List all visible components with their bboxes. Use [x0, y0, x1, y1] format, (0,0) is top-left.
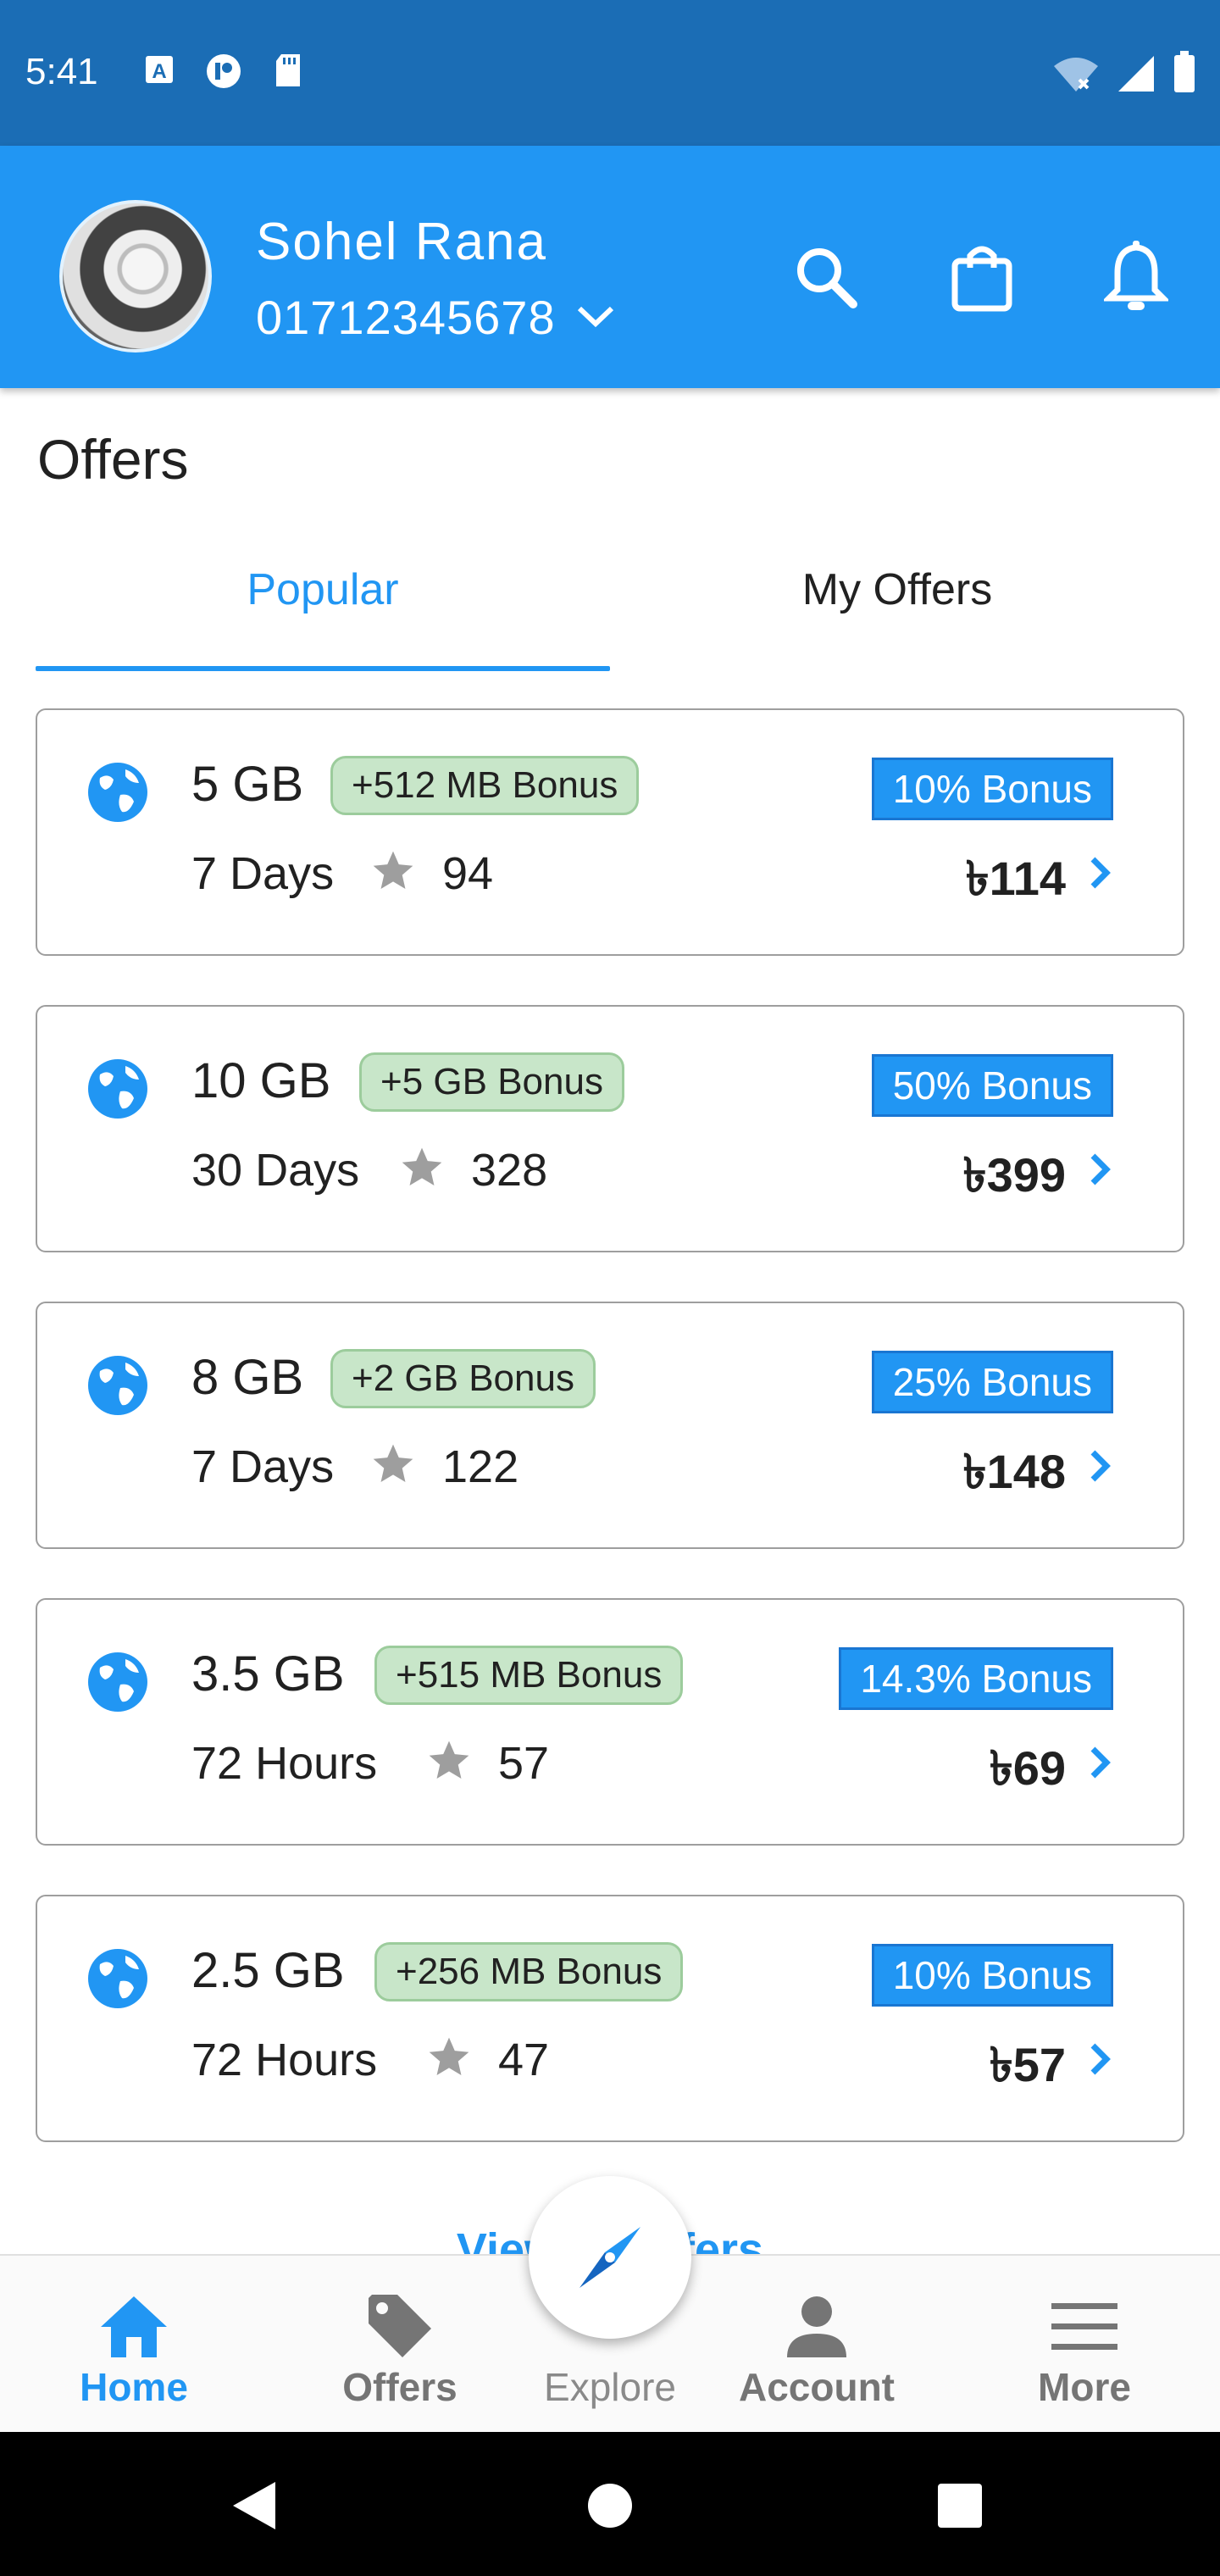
nav-item-account[interactable]: Account	[695, 2256, 939, 2434]
rating-count: 47	[498, 2035, 550, 2085]
price: ৳148	[962, 1445, 1066, 1498]
p-icon	[207, 54, 241, 88]
data-bonus-chip: +512 MB Bonus	[330, 756, 640, 815]
svg-text:A: A	[152, 60, 166, 83]
system-nav-bar	[0, 2432, 1220, 2576]
phone-number[interactable]: 01712345678	[256, 290, 556, 345]
signal-icon	[1118, 56, 1154, 92]
chevron-right-icon	[1090, 857, 1111, 889]
data-amount: 3.5 GB	[191, 1646, 345, 1702]
globe-icon	[88, 1059, 147, 1119]
price: ৳69	[989, 1741, 1066, 1795]
price: ৳57	[989, 2038, 1066, 2091]
rating-count: 122	[442, 1441, 519, 1492]
globe-icon	[88, 763, 147, 822]
nav-label: Account	[739, 2365, 895, 2409]
compass-icon	[580, 2227, 640, 2288]
validity: 72 Hours	[191, 2035, 378, 2085]
avatar[interactable]	[59, 200, 212, 353]
star-icon	[429, 1740, 469, 1779]
bell-icon	[1104, 241, 1168, 310]
validity: 7 Days	[191, 1441, 335, 1492]
status-time: 5:41	[25, 51, 98, 92]
offer-tabs: Popular My Offers	[36, 542, 1184, 671]
nav-label: More	[1038, 2365, 1131, 2409]
offer-card[interactable]: 10 GB +5 GB Bonus 30 Days 328 50% Bonus …	[36, 1005, 1184, 1252]
data-bonus-chip: +256 MB Bonus	[374, 1942, 684, 2001]
globe-icon	[88, 1652, 147, 1712]
data-amount: 10 GB	[191, 1053, 331, 1108]
star-icon	[373, 1444, 413, 1482]
tab-popular[interactable]: Popular	[36, 542, 610, 671]
system-home-button[interactable]	[572, 2468, 648, 2544]
globe-icon	[88, 1356, 147, 1415]
data-bonus-chip: +515 MB Bonus	[374, 1646, 684, 1705]
system-recents-button[interactable]	[922, 2468, 998, 2544]
explore-button[interactable]	[529, 2176, 691, 2339]
data-amount: 5 GB	[191, 757, 304, 812]
chevron-right-icon	[1090, 1746, 1111, 1779]
person-icon	[787, 2296, 846, 2357]
star-icon	[429, 2037, 469, 2075]
user-name: Sohel Rana	[256, 213, 548, 271]
percent-bonus-badge: 10% Bonus	[871, 1944, 1113, 2007]
status-bar: 5:41 A	[0, 0, 1220, 146]
sd-card-icon	[276, 54, 300, 86]
menu-icon	[1051, 2303, 1117, 2350]
tab-indicator	[36, 666, 610, 671]
section-title: Offers	[37, 428, 189, 491]
star-icon	[373, 851, 413, 889]
offer-card[interactable]: 3.5 GB +515 MB Bonus 72 Hours 57 14.3% B…	[36, 1598, 1184, 1846]
data-amount: 8 GB	[191, 1350, 304, 1405]
validity: 30 Days	[191, 1145, 360, 1196]
percent-bonus-badge: 25% Bonus	[871, 1351, 1113, 1413]
wifi-icon	[1054, 58, 1098, 92]
status-icons-left: A	[144, 53, 303, 90]
app-header: Sohel Rana 01712345678	[0, 146, 1220, 388]
nav-item-home[interactable]: Home	[12, 2256, 256, 2434]
offer-card[interactable]: 2.5 GB +256 MB Bonus 72 Hours 47 10% Bon…	[36, 1895, 1184, 2142]
percent-bonus-badge: 50% Bonus	[871, 1054, 1113, 1117]
status-icons-right	[1052, 51, 1196, 93]
a-icon: A	[146, 56, 173, 83]
offer-card[interactable]: 8 GB +2 GB Bonus 7 Days 122 25% Bonus ৳1…	[36, 1302, 1184, 1549]
shopping-bag-button[interactable]	[944, 239, 1020, 315]
nav-label: Offers	[342, 2365, 458, 2409]
system-back-button[interactable]	[215, 2468, 291, 2544]
validity: 72 Hours	[191, 1738, 378, 1789]
chevron-right-icon	[1090, 1153, 1111, 1185]
chevron-down-icon[interactable]	[576, 303, 615, 329]
rating-count: 328	[471, 1145, 548, 1196]
percent-bonus-badge: 14.3% Bonus	[839, 1647, 1113, 1710]
rating-count: 57	[498, 1738, 550, 1789]
nav-item-more[interactable]: More	[962, 2256, 1206, 2434]
price: ৳399	[962, 1148, 1066, 1202]
nav-item-offers[interactable]: Offers	[278, 2256, 522, 2434]
battery-icon	[1174, 51, 1195, 92]
data-bonus-chip: +5 GB Bonus	[359, 1052, 624, 1112]
shopping-bag-icon	[951, 246, 1012, 312]
home-circle-icon	[588, 2484, 632, 2528]
recents-icon	[938, 2484, 982, 2528]
nav-label: Home	[80, 2365, 188, 2409]
home-icon	[101, 2296, 167, 2357]
chevron-right-icon	[1090, 2043, 1111, 2075]
data-amount: 2.5 GB	[191, 1943, 345, 1998]
tab-my-offers[interactable]: My Offers	[610, 542, 1184, 671]
globe-icon	[88, 1949, 147, 2008]
search-icon	[797, 248, 857, 308]
rating-count: 94	[442, 848, 494, 899]
validity: 7 Days	[191, 848, 335, 899]
search-button[interactable]	[788, 239, 864, 315]
data-bonus-chip: +2 GB Bonus	[330, 1349, 596, 1408]
tag-icon	[369, 2295, 431, 2357]
back-icon	[233, 2482, 275, 2529]
percent-bonus-badge: 10% Bonus	[871, 758, 1113, 820]
star-icon	[402, 1147, 442, 1185]
chevron-right-icon	[1090, 1450, 1111, 1482]
price: ৳114	[965, 852, 1066, 905]
offer-card[interactable]: 5 GB +512 MB Bonus 7 Days 94 10% Bonus ৳…	[36, 708, 1184, 956]
notifications-button[interactable]	[1098, 239, 1174, 315]
